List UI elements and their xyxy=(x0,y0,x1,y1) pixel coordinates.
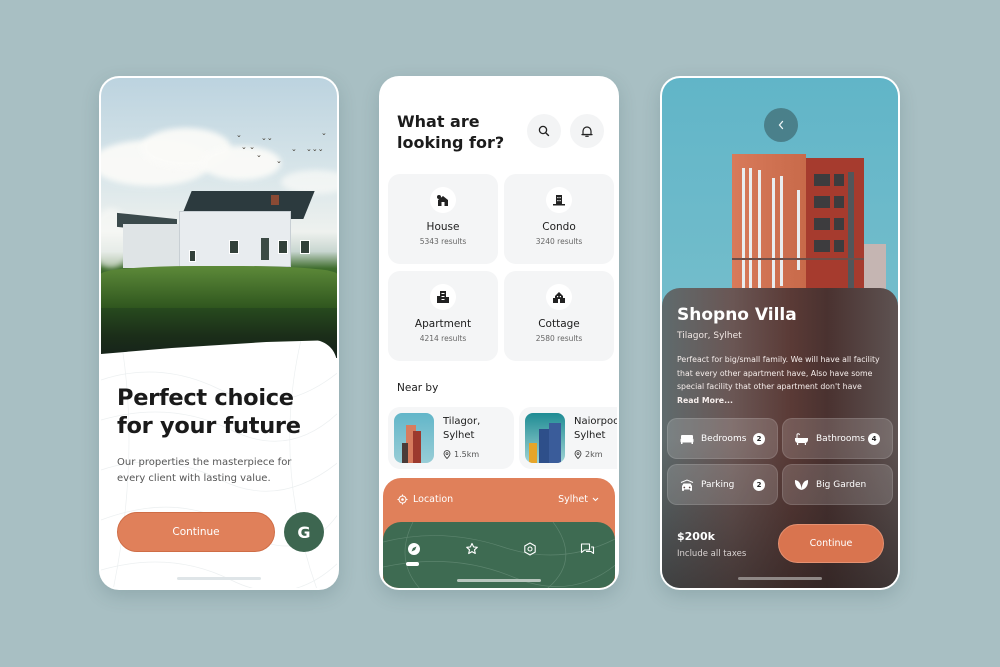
location-label: Location xyxy=(397,494,453,505)
category-label: House xyxy=(426,221,460,233)
feature-bathrooms: Bathrooms 4 xyxy=(782,418,893,459)
car-icon xyxy=(679,478,694,491)
category-label: Cottage xyxy=(538,318,580,330)
home-indicator xyxy=(177,577,261,580)
location-dropdown[interactable]: Sylhet xyxy=(558,494,599,505)
property-price: $200k xyxy=(677,530,715,543)
home-indicator xyxy=(457,579,541,582)
google-signin-button[interactable]: G xyxy=(284,512,324,552)
feature-big-garden: Big Garden xyxy=(782,464,893,505)
bell-icon xyxy=(581,125,593,137)
category-count: 5343 results xyxy=(419,237,467,246)
nearby-name: Naiorpool, Sylhet xyxy=(574,416,619,441)
nearby-distance: 1.5km xyxy=(443,450,479,459)
search-button[interactable] xyxy=(527,114,561,148)
target-icon xyxy=(397,494,408,505)
read-more-link[interactable]: Read More... xyxy=(677,394,892,408)
title-line-2: looking for? xyxy=(397,133,505,152)
onboarding-screen: ⌄ ⌄⌄ ⌄ ⌄ ⌄ ⌄ ⌄ ⌄⌄⌄ ⌄ Perfect choice for … xyxy=(99,76,339,590)
property-description: Perfeact for big/small family. We will h… xyxy=(677,353,892,407)
gear-icon xyxy=(524,542,536,556)
chevron-down-icon xyxy=(592,497,599,502)
pin-icon xyxy=(443,450,451,459)
leaf-icon xyxy=(794,479,809,491)
continue-button[interactable]: Continue xyxy=(778,524,884,563)
chat-icon xyxy=(580,543,594,555)
category-count: 3240 results xyxy=(535,237,583,246)
feature-label: Big Garden xyxy=(816,479,867,490)
nearby-card[interactable]: Naiorpool, Sylhet 2km xyxy=(519,407,619,469)
location-value: Sylhet xyxy=(558,494,588,505)
title-line-1: Perfect choice xyxy=(117,385,294,411)
apartment-icon xyxy=(430,284,456,310)
category-count: 4214 results xyxy=(419,334,467,343)
category-cottage[interactable]: Cottage 2580 results xyxy=(504,271,614,361)
house-icon xyxy=(430,187,456,213)
location-label-text: Location xyxy=(413,494,454,505)
hero-image: ⌄ ⌄⌄ ⌄ ⌄ ⌄ ⌄ ⌄ ⌄⌄⌄ ⌄ xyxy=(101,78,337,358)
tab-favorites[interactable] xyxy=(463,540,481,558)
compass-icon xyxy=(408,543,420,555)
nearby-card[interactable]: Tilagor, Sylhet 1.5km xyxy=(388,407,514,469)
feature-label: Bedrooms xyxy=(701,433,747,444)
category-label: Condo xyxy=(542,221,576,233)
property-detail-screen: Shopno Villa Tilagor, Sylhet Perfeact fo… xyxy=(660,76,900,590)
bed-icon xyxy=(679,433,694,445)
chevron-left-icon xyxy=(778,120,784,130)
star-icon xyxy=(466,542,478,555)
condo-icon xyxy=(546,187,572,213)
feature-label: Parking xyxy=(701,479,735,490)
tab-settings[interactable] xyxy=(521,540,539,558)
feature-count-badge: 4 xyxy=(868,432,880,445)
property-title: Shopno Villa xyxy=(677,305,797,325)
title-line-1: What are xyxy=(397,112,480,131)
description-text: Perfeact for big/small family. We will h… xyxy=(677,355,880,391)
search-icon xyxy=(538,125,550,137)
page-title: What are looking for? xyxy=(397,111,504,153)
feature-bedrooms: Bedrooms 2 xyxy=(667,418,778,459)
category-count: 2580 results xyxy=(535,334,583,343)
pin-icon xyxy=(574,450,582,459)
category-label: Apartment xyxy=(414,318,472,330)
active-tab-indicator xyxy=(406,562,419,566)
notifications-button[interactable] xyxy=(570,114,604,148)
title-line-2: for your future xyxy=(117,413,301,439)
distance-value: 1.5km xyxy=(454,450,480,459)
distance-value: 2km xyxy=(585,450,603,459)
bathtub-icon xyxy=(794,432,809,445)
nearby-distance: 2km xyxy=(574,450,603,459)
property-thumbnail xyxy=(525,413,565,463)
onboarding-subtitle: Our properties the masterpiece for every… xyxy=(117,457,292,484)
google-icon: G xyxy=(297,522,311,542)
price-note: Include all taxes xyxy=(677,549,747,559)
onboarding-title: Perfect choice for your future xyxy=(117,384,301,440)
feature-count-badge: 2 xyxy=(753,432,765,445)
category-apartment[interactable]: Apartment 4214 results xyxy=(388,271,498,361)
search-screen: What are looking for? House 5343 results… xyxy=(379,76,619,590)
category-condo[interactable]: Condo 3240 results xyxy=(504,174,614,264)
tab-messages[interactable] xyxy=(578,540,596,558)
tab-explore[interactable] xyxy=(405,540,423,558)
feature-count-badge: 2 xyxy=(753,478,765,491)
property-thumbnail xyxy=(394,413,434,463)
back-button[interactable] xyxy=(764,108,798,142)
home-indicator xyxy=(738,577,822,580)
cottage-icon xyxy=(546,284,572,310)
category-house[interactable]: House 5343 results xyxy=(388,174,498,264)
continue-button[interactable]: Continue xyxy=(117,512,275,552)
nearby-heading: Near by xyxy=(397,382,439,394)
nearby-name: Tilagor, Sylhet xyxy=(443,416,481,441)
feature-label: Bathrooms xyxy=(816,433,865,444)
property-location: Tilagor, Sylhet xyxy=(677,331,742,341)
feature-parking: Parking 2 xyxy=(667,464,778,505)
